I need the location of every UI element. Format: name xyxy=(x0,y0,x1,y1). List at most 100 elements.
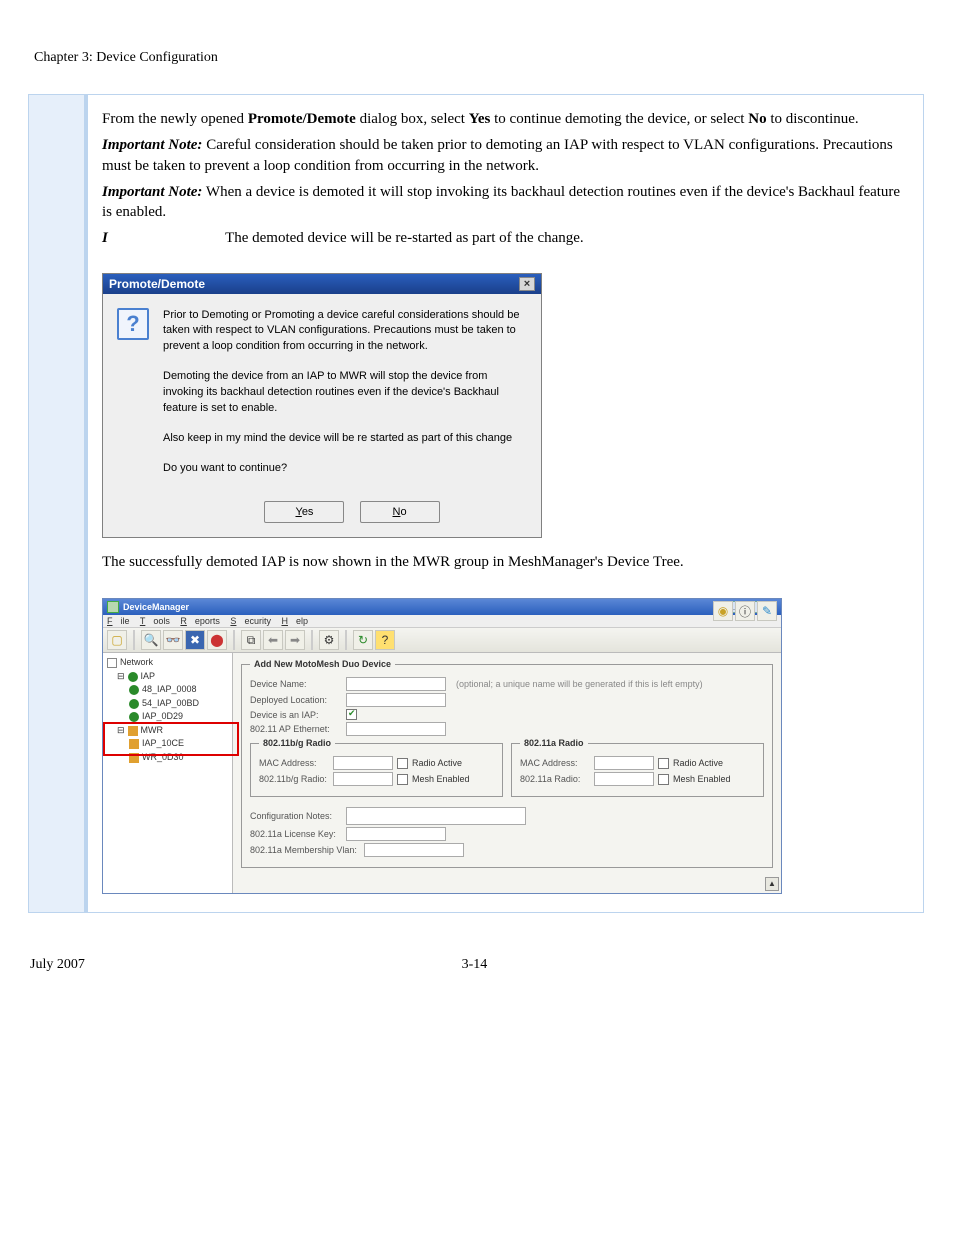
add-device-fieldset: Add New MotoMesh Duo Device Device Name:… xyxy=(241,659,773,868)
a-radio-active-checkbox[interactable] xyxy=(658,758,669,769)
toolbar-search-icon[interactable]: 🔍 xyxy=(141,630,161,650)
toolbar-brush-icon[interactable]: ✎ xyxy=(757,601,777,621)
mesh-enabled-label: Mesh Enabled xyxy=(412,774,470,784)
footer-date: July 2007 xyxy=(30,957,85,973)
body-p1f: No xyxy=(748,111,766,127)
a-mesh-checkbox[interactable] xyxy=(658,774,669,785)
tree-iap-group[interactable]: ⊟ IAP xyxy=(107,670,230,684)
no-button[interactable]: NNoo xyxy=(360,501,440,523)
body-text: From the newly opened Promote/Demote dia… xyxy=(102,109,909,249)
bg-mesh-checkbox[interactable] xyxy=(397,774,408,785)
toolbar-copy-icon[interactable]: ⧉ xyxy=(241,630,261,650)
bg-radio-label: 802.11b/g Radio: xyxy=(259,774,329,784)
body-p1c: dialog box, select xyxy=(360,111,469,127)
device-icon xyxy=(129,712,139,722)
note2-lead: Important Note: xyxy=(102,184,202,200)
deployed-input[interactable] xyxy=(346,693,446,707)
menu-help[interactable]: Help xyxy=(281,616,308,626)
question-icon: ? xyxy=(117,308,149,340)
dialog-p2: Demoting the device from an IAP to MWR w… xyxy=(163,369,527,417)
toolbar-back-icon[interactable]: ⬅ xyxy=(263,630,283,650)
dm-titlebar: DeviceManager _ □ × xyxy=(103,599,781,615)
toolbar-gear-icon[interactable]: ⚙ xyxy=(319,630,339,650)
yes-button[interactable]: YYeses xyxy=(264,501,344,523)
menu-reports[interactable]: Reports xyxy=(180,616,220,626)
dialog-message: Prior to Demoting or Promoting a device … xyxy=(163,308,527,492)
tree-root[interactable]: Network xyxy=(107,656,230,670)
membership-vlan-input[interactable] xyxy=(364,843,464,857)
device-name-label: Device Name: xyxy=(250,679,342,689)
body-p1a: From the newly opened xyxy=(102,111,248,127)
license-key-input[interactable] xyxy=(346,827,446,841)
toolbar-binoculars-icon[interactable]: 👓 xyxy=(163,630,183,650)
license-key-label: 802.11a License Key: xyxy=(250,829,342,839)
device-name-input[interactable] xyxy=(346,677,446,691)
body-p1b: Promote/Demote xyxy=(248,111,356,127)
mac-label: MAC Address: xyxy=(520,758,590,768)
tree-item[interactable]: 54_IAP_00BD xyxy=(107,697,230,711)
toolbar-tools-icon[interactable]: ✖ xyxy=(185,630,205,650)
tree-item[interactable]: 48_IAP_0008 xyxy=(107,683,230,697)
highlight-annotation xyxy=(103,722,239,756)
dialog-titlebar: Promote/Demote × xyxy=(103,274,541,294)
mesh-enabled-label: Mesh Enabled xyxy=(673,774,731,784)
dialog-title: Promote/Demote xyxy=(109,277,205,291)
device-form: Add New MotoMesh Duo Device Device Name:… xyxy=(233,653,781,893)
bg-radio-active-checkbox[interactable] xyxy=(397,758,408,769)
close-icon[interactable]: × xyxy=(519,277,535,291)
a-radio-input[interactable] xyxy=(594,772,654,786)
dm-menubar[interactable]: File Tools Reports Security Help xyxy=(103,615,781,628)
dialog-p3: Also keep in my mind the device will be … xyxy=(163,431,527,447)
bg-mac-input[interactable] xyxy=(333,756,393,770)
toolbar-forward-icon[interactable]: ➡ xyxy=(285,630,305,650)
radio-active-label: Radio Active xyxy=(673,758,723,768)
menu-security[interactable]: Security xyxy=(230,616,271,626)
membership-vlan-label: 802.11a Membership Vlan: xyxy=(250,845,360,855)
radio-active-label: Radio Active xyxy=(412,758,462,768)
bg-radio-input[interactable] xyxy=(333,772,393,786)
a-radio-fieldset: 802.11a Radio MAC Address: Radio Active … xyxy=(511,738,764,797)
toolbar-help-icon[interactable]: ? xyxy=(375,630,395,650)
is-iap-checkbox[interactable] xyxy=(346,709,357,720)
note2-text: When a device is demoted it will stop in… xyxy=(102,184,900,220)
toolbar-refresh-icon[interactable]: ↻ xyxy=(353,630,373,650)
menu-file[interactable]: File xyxy=(107,616,130,626)
dm-toolbar: ▢ 🔍 👓 ✖ ⬤ ⧉ ⬅ ➡ ⚙ ↻ ? ◉ ⓘ ✎ xyxy=(103,628,781,653)
toolbar-new-icon[interactable]: ▢ xyxy=(107,630,127,650)
device-manager-window: DeviceManager _ □ × File Tools Reports S… xyxy=(102,598,782,894)
dialog-p4: Do you want to continue? xyxy=(163,461,527,477)
iap-group-icon xyxy=(128,672,138,682)
body-p1d: Yes xyxy=(469,111,491,127)
note1-text: Careful consideration should be taken pr… xyxy=(102,137,893,173)
dm-title: DeviceManager xyxy=(123,602,189,612)
bg-radio-legend: 802.11b/g Radio xyxy=(259,738,335,748)
menu-tools[interactable]: Tools xyxy=(140,616,170,626)
deployed-label: Deployed Location: xyxy=(250,695,342,705)
conf-notes-input[interactable] xyxy=(346,807,526,825)
add-device-legend: Add New MotoMesh Duo Device xyxy=(250,659,395,669)
is-iap-label: Device is an IAP: xyxy=(250,710,342,720)
scroll-up-icon[interactable]: ▲ xyxy=(765,877,779,891)
device-tree[interactable]: Network ⊟ IAP 48_IAP_0008 54_IAP_00BD IA… xyxy=(103,653,233,893)
chapter-header: Chapter 3: Device Configuration xyxy=(30,50,924,66)
body-p1g: to discontinue. xyxy=(770,111,858,127)
note3-text: The demoted device will be re-started as… xyxy=(225,230,584,246)
conf-notes-label: Configuration Notes: xyxy=(250,811,342,821)
mac-label: MAC Address: xyxy=(259,758,329,768)
network-icon xyxy=(107,658,117,668)
note1-lead: Important Note: xyxy=(102,137,202,153)
a-mac-input[interactable] xyxy=(594,756,654,770)
device-name-hint: (optional; a unique name will be generat… xyxy=(456,679,703,689)
a-radio-legend: 802.11a Radio xyxy=(520,738,588,748)
page-margin-strip xyxy=(28,94,84,913)
toolbar-record-icon[interactable]: ◉ xyxy=(713,601,733,621)
toolbar-info-icon[interactable]: ⓘ xyxy=(735,601,755,621)
body-p1e: to continue demoting the device, or sele… xyxy=(494,111,748,127)
page-number: 3-14 xyxy=(85,957,864,973)
bg-radio-fieldset: 802.11b/g Radio MAC Address: Radio Activ… xyxy=(250,738,503,797)
ap-eth-label: 802.11 AP Ethernet: xyxy=(250,724,342,734)
device-icon xyxy=(129,699,139,709)
promote-demote-dialog: Promote/Demote × ? Prior to Demoting or … xyxy=(102,273,542,539)
toolbar-stop-icon[interactable]: ⬤ xyxy=(207,630,227,650)
ap-eth-input[interactable] xyxy=(346,722,446,736)
